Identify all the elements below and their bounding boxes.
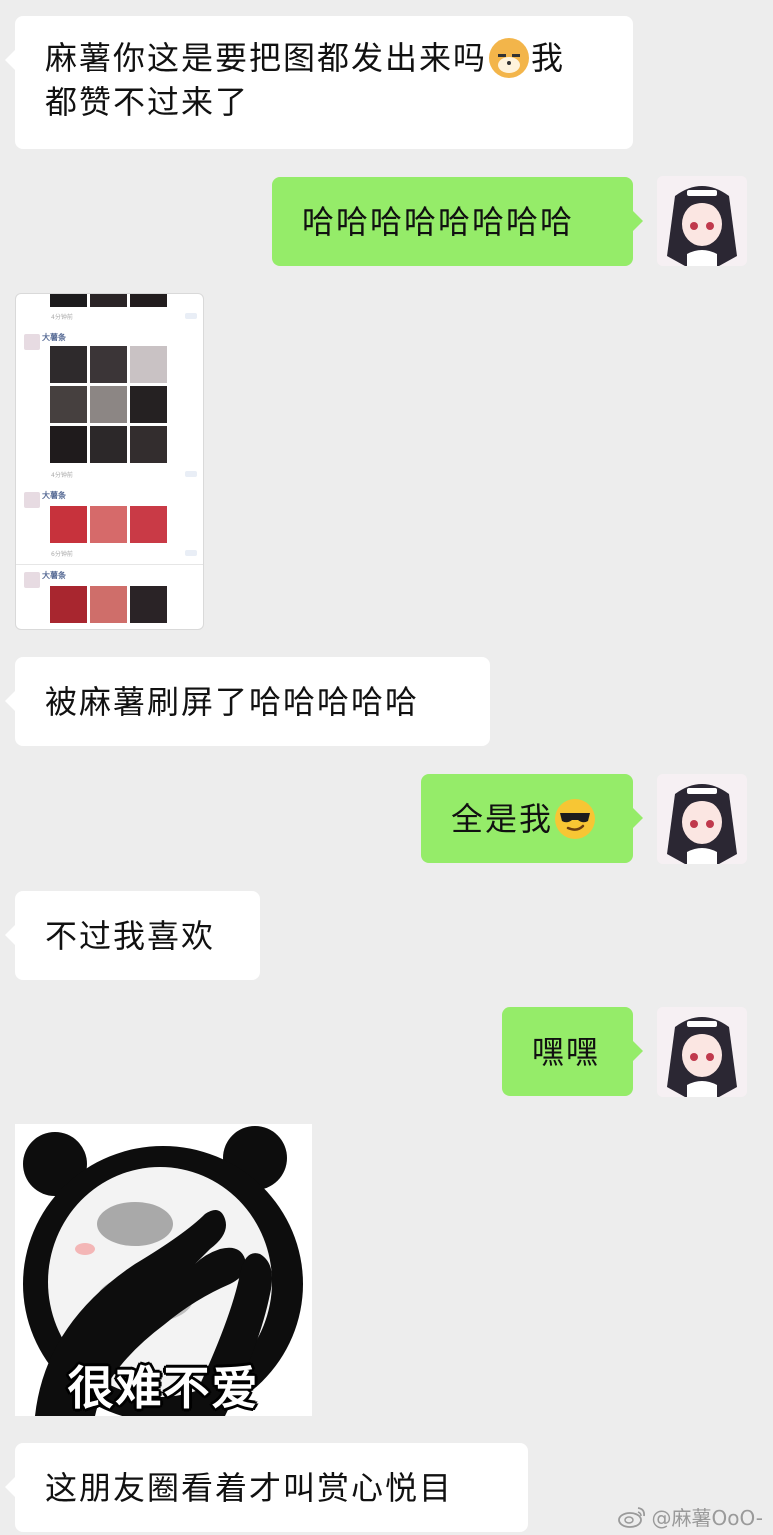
photo-thumbnail: [50, 506, 87, 543]
cat-face-emoji-icon: [489, 38, 530, 78]
message-bubble-incoming[interactable]: 这朋友圈看着才叫赏心悦目: [5, 1443, 528, 1532]
photo-thumbnail: [130, 586, 167, 623]
message-bubble-outgoing[interactable]: 嘿嘿: [502, 1007, 643, 1096]
message-bubble-incoming[interactable]: 被麻薯刷屏了哈哈哈哈哈: [5, 657, 490, 746]
avatar[interactable]: [657, 774, 747, 864]
photo-thumbnail: [50, 586, 87, 623]
post-avatar: [24, 572, 40, 588]
photo-thumbnail: [50, 346, 87, 383]
photo-thumbnail: [90, 294, 127, 307]
post-author: 大薯条: [42, 333, 66, 342]
post-avatar: [24, 492, 40, 508]
sunglasses-emoji-icon: [555, 798, 596, 839]
message-text: 被麻薯刷屏了哈哈哈哈哈: [45, 682, 420, 721]
message-line: 麻薯你这是要把图都发出来吗 我: [45, 36, 565, 80]
message-text: 哈哈哈哈哈哈哈哈: [302, 202, 575, 241]
post-actions: [185, 313, 197, 319]
photo-thumbnail: [90, 386, 127, 423]
message-bubble-incoming[interactable]: 不过我喜欢: [5, 891, 260, 980]
watermark-handle: @麻薯OoO-: [651, 1506, 764, 1530]
post-time: 4分钟前: [51, 314, 73, 321]
photo-thumbnail: [130, 346, 167, 383]
photo-thumbnail: [90, 586, 127, 623]
photo-thumbnail: [50, 386, 87, 423]
panda-meme-sticker[interactable]: 很难不爱: [15, 1124, 312, 1416]
message-bubble-outgoing[interactable]: 全是我: [421, 774, 643, 863]
photo-thumbnail: [130, 506, 167, 543]
photo-thumbnail: [50, 426, 87, 463]
message-text: 我: [531, 39, 566, 77]
photo-thumbnail: [90, 506, 127, 543]
photo-thumbnail: [130, 426, 167, 463]
post-actions: [185, 550, 197, 556]
photo-thumbnail: [90, 426, 127, 463]
post-author: 大薯条: [42, 571, 66, 580]
moments-screenshot-image[interactable]: 4分钟前 大薯条 4分钟前 大薯条 6分钟前 大薯条: [15, 293, 204, 630]
message-text: 全是我: [451, 799, 554, 838]
photo-thumbnail: [50, 294, 87, 307]
message-bubble-outgoing[interactable]: 哈哈哈哈哈哈哈哈: [272, 177, 643, 266]
post-actions: [185, 471, 197, 477]
message-bubble-incoming[interactable]: 麻薯你这是要把图都发出来吗 我 都赞不过来了: [5, 16, 633, 149]
weibo-logo-icon: [617, 1506, 645, 1528]
photo-thumbnail: [90, 346, 127, 383]
message-text: 这朋友圈看着才叫赏心悦目: [45, 1468, 454, 1507]
avatar[interactable]: [657, 176, 747, 266]
sticker-caption: 很难不爱: [67, 1361, 260, 1415]
post-time: 4分钟前: [51, 472, 73, 479]
message-text: 都赞不过来了: [45, 83, 250, 121]
photo-thumbnail: [130, 294, 167, 307]
message-text: 不过我喜欢: [45, 916, 216, 955]
divider: [16, 564, 203, 565]
watermark: @麻薯OoO-: [617, 1502, 764, 1531]
post-time: 6分钟前: [51, 551, 73, 558]
avatar[interactable]: [657, 1007, 747, 1097]
photo-thumbnail: [130, 386, 167, 423]
post-avatar: [24, 334, 40, 350]
post-author: 大薯条: [42, 491, 66, 500]
message-text: 麻薯你这是要把图都发出来吗: [45, 39, 488, 77]
message-text: 嘿嘿: [532, 1032, 601, 1071]
